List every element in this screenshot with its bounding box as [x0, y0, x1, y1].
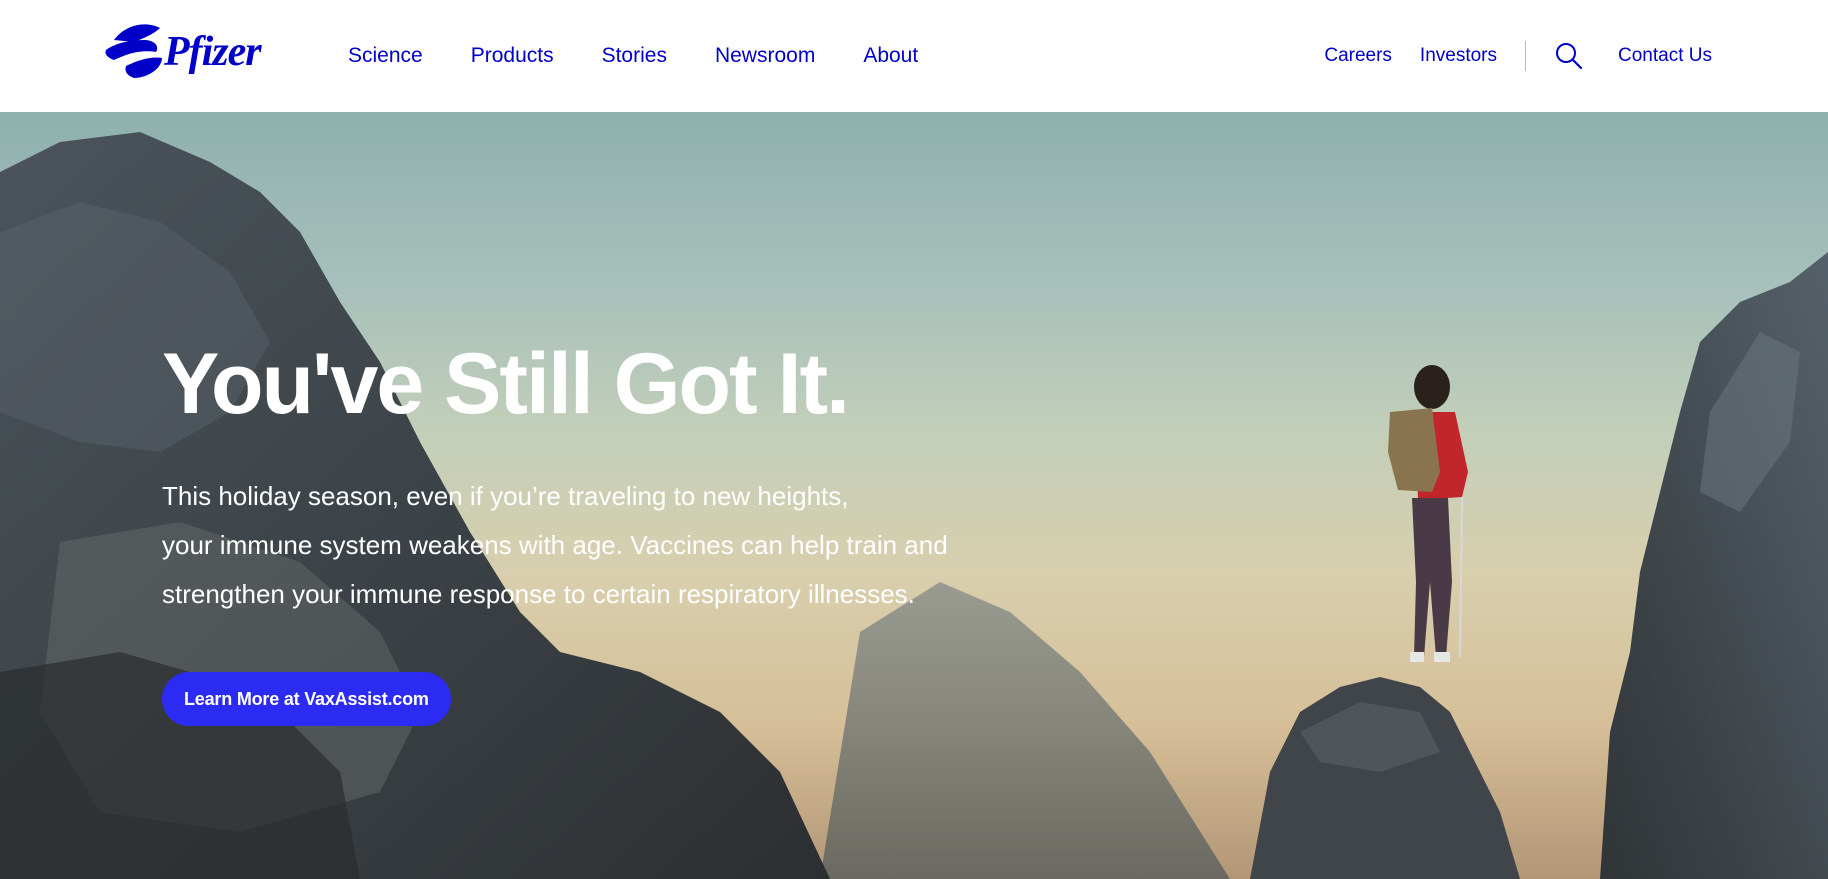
hero-title: You've Still Got It. [162, 336, 850, 432]
hero-description-line: strengthen your immune response to certa… [162, 579, 915, 609]
careers-link[interactable]: Careers [1324, 44, 1392, 68]
learn-more-button[interactable]: Learn More at VaxAssist.com [162, 672, 451, 726]
pfizer-logo[interactable]: Pfizer [104, 16, 276, 88]
nav-science[interactable]: Science [348, 44, 423, 68]
hiker-figure [1388, 365, 1468, 662]
nav-products[interactable]: Products [471, 44, 554, 68]
nav-about[interactable]: About [863, 44, 918, 68]
hero-description-line: This holiday season, even if you’re trav… [162, 481, 849, 511]
nav-divider [1525, 41, 1527, 71]
nav-stories[interactable]: Stories [602, 44, 667, 68]
hero-description-line: your immune system weakens with age. Vac… [162, 530, 948, 560]
main-navigation: Science Products Stories Newsroom About [348, 0, 918, 112]
site-header: Pfizer Science Products Stories Newsroom… [0, 0, 1828, 112]
search-button[interactable] [1554, 41, 1584, 71]
hero-banner: You've Still Got It. This holiday season… [0, 112, 1828, 879]
investors-link[interactable]: Investors [1420, 44, 1497, 68]
pfizer-wordmark: Pfizer [164, 29, 262, 75]
utility-navigation: Careers Investors Contact Us [1324, 0, 1712, 112]
contact-us-link[interactable]: Contact Us [1618, 44, 1712, 68]
hero-description: This holiday season, even if you’re trav… [162, 472, 1062, 619]
search-icon [1556, 43, 1583, 70]
nav-newsroom[interactable]: Newsroom [715, 44, 815, 68]
